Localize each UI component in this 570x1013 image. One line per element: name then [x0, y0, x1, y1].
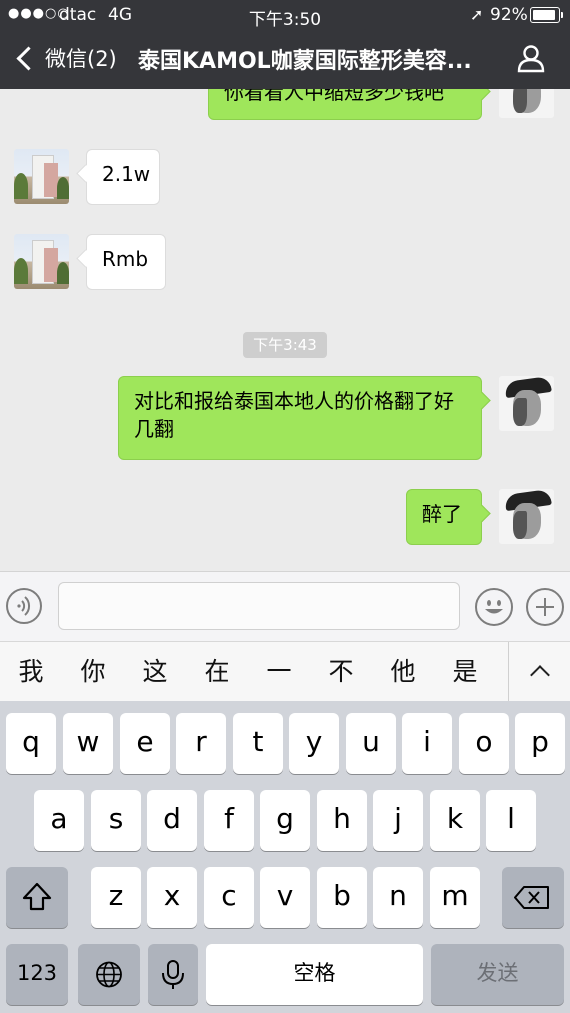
key[interactable]: y: [289, 713, 339, 774]
key[interactable]: q: [6, 713, 56, 774]
key[interactable]: z: [91, 867, 141, 928]
key[interactable]: u: [346, 713, 396, 774]
my-avatar[interactable]: [499, 89, 554, 118]
nav-bar: 微信(2) 泰国KAMOL咖蒙国际整形美容...: [0, 30, 570, 89]
globe-key[interactable]: [78, 944, 140, 1005]
emoji-icon: [485, 600, 503, 614]
key[interactable]: c: [204, 867, 254, 928]
backspace-icon: [514, 886, 549, 909]
key[interactable]: h: [317, 790, 367, 851]
key[interactable]: g: [260, 790, 310, 851]
input-bar: [0, 571, 570, 642]
more-button[interactable]: [526, 588, 564, 626]
back-label: 微信(2): [45, 47, 117, 71]
candidate-word[interactable]: 我: [6, 642, 56, 702]
backspace-key[interactable]: [502, 867, 564, 928]
back-button[interactable]: 微信(2): [14, 40, 117, 76]
candidate-word[interactable]: 你: [68, 642, 118, 702]
key[interactable]: a: [34, 790, 84, 851]
status-bar: ●●●○○ dtac 4G 下午3:50 ➚ 92%: [0, 0, 570, 30]
key[interactable]: f: [204, 790, 254, 851]
candidate-word[interactable]: 不: [316, 642, 366, 702]
key[interactable]: p: [515, 713, 565, 774]
key[interactable]: i: [402, 713, 452, 774]
key[interactable]: k: [430, 790, 480, 851]
candidate-word[interactable]: 在: [192, 642, 242, 702]
key[interactable]: v: [260, 867, 310, 928]
candidate-word[interactable]: 他: [378, 642, 428, 702]
message-bubble-outgoing[interactable]: 对比和报给泰国本地人的价格翻了好几翻: [118, 376, 482, 460]
key[interactable]: j: [373, 790, 423, 851]
message-bubble-incoming[interactable]: Rmb: [86, 234, 166, 290]
message-bubble-outgoing[interactable]: 你看看人中缩短多少钱吧: [208, 89, 482, 120]
globe-icon: [96, 961, 122, 988]
key[interactable]: n: [373, 867, 423, 928]
keyboard: q w e r t y u i o p a s d f g h j k l z …: [0, 701, 570, 1013]
contact-avatar[interactable]: [14, 149, 69, 204]
chat-title: 泰国KAMOL咖蒙国际整形美容...: [138, 49, 472, 74]
key[interactable]: w: [63, 713, 113, 774]
microphone-icon: [162, 960, 184, 989]
voice-button[interactable]: [6, 588, 42, 624]
key[interactable]: o: [459, 713, 509, 774]
message-input[interactable]: [58, 582, 460, 630]
expand-candidates-button[interactable]: [508, 642, 570, 702]
numbers-key[interactable]: 123: [6, 944, 68, 1005]
top-bar: ●●●○○ dtac 4G 下午3:50 ➚ 92% 微信(2) 泰国KAMOL…: [0, 0, 570, 89]
chevron-left-icon: [16, 45, 41, 71]
shift-icon: [22, 882, 52, 911]
microphone-key[interactable]: [148, 944, 198, 1005]
key[interactable]: l: [486, 790, 536, 851]
send-key[interactable]: 发送: [431, 944, 564, 1005]
key[interactable]: e: [120, 713, 170, 774]
key[interactable]: d: [147, 790, 197, 851]
shift-key[interactable]: [6, 867, 68, 928]
key[interactable]: r: [176, 713, 226, 774]
candidate-word[interactable]: 一: [254, 642, 304, 702]
candidate-word[interactable]: 是: [440, 642, 490, 702]
emoji-button[interactable]: [475, 588, 513, 626]
space-key[interactable]: 空格: [206, 944, 423, 1005]
contact-avatar[interactable]: [14, 234, 69, 289]
message-bubble-incoming[interactable]: 2.1w: [86, 149, 160, 205]
key[interactable]: s: [91, 790, 141, 851]
candidate-word[interactable]: 这: [130, 642, 180, 702]
my-avatar[interactable]: [499, 376, 554, 431]
key[interactable]: t: [233, 713, 283, 774]
location-arrow-icon: ➚: [470, 5, 484, 24]
chat-timestamp: 下午3:43: [243, 332, 327, 358]
key[interactable]: x: [147, 867, 197, 928]
person-icon[interactable]: [516, 43, 546, 73]
message-bubble-outgoing[interactable]: 醉了: [406, 489, 482, 545]
my-avatar[interactable]: [499, 489, 554, 544]
battery-percent: 92%: [490, 5, 528, 25]
battery-icon: [530, 7, 563, 23]
key[interactable]: m: [430, 867, 480, 928]
candidate-bar: 我 你 这 在 一 不 他 是: [0, 641, 570, 702]
status-time: 下午3:50: [248, 10, 322, 30]
key[interactable]: b: [317, 867, 367, 928]
voice-icon: [17, 596, 31, 616]
chat-area[interactable]: 你看看人中缩短多少钱吧 2.1w Rmb 下午3:43 对比和报给泰国本地人的价…: [0, 89, 570, 571]
